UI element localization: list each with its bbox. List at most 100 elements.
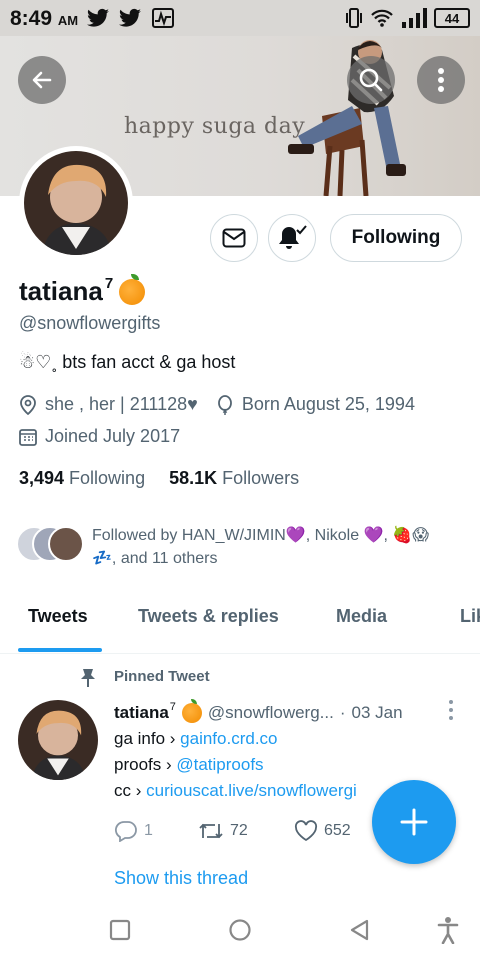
- balloon-icon: [217, 394, 232, 415]
- following-count: 3,494: [19, 468, 65, 488]
- tweet-author-superscript: 7: [169, 701, 176, 713]
- birthday-text: Born August 25, 1994: [241, 394, 415, 414]
- activity-icon: [152, 8, 174, 28]
- show-thread-link[interactable]: Show this thread: [114, 868, 248, 889]
- calendar-icon: [19, 428, 37, 446]
- following-label: Following: [69, 468, 146, 488]
- profile-handle: @snowflowergifts: [19, 313, 161, 333]
- triangle-back-icon: [350, 919, 369, 941]
- tweet-separator: ·: [339, 703, 346, 722]
- back-button[interactable]: [18, 56, 66, 104]
- banner-text: happy suga day: [124, 114, 306, 139]
- location-pin-icon: [20, 394, 36, 415]
- heart-icon: [294, 820, 318, 842]
- accessibility-icon: [437, 917, 459, 944]
- pinned-label: Pinned Tweet: [114, 668, 210, 685]
- tweet-actions: 1 72 652: [114, 820, 351, 842]
- tweet-text: cc ›: [114, 781, 147, 800]
- orange-emoji-icon: [119, 273, 146, 305]
- tab-likes[interactable]: Lik: [460, 606, 480, 627]
- followers-label: Followers: [222, 468, 300, 488]
- tab-tweets[interactable]: Tweets: [28, 606, 88, 627]
- display-name: tatiana 7: [19, 273, 146, 307]
- pin-icon: [81, 669, 95, 687]
- birthday-item: Born August 25, 1994: [216, 394, 415, 415]
- accessibility-button[interactable]: [430, 912, 466, 948]
- envelope-icon: [222, 228, 246, 248]
- message-button[interactable]: [210, 214, 258, 262]
- battery-indicator: 44: [434, 8, 470, 28]
- ampm-text: AM: [57, 13, 79, 28]
- tweet-author-handle: @snowflowerg...: [207, 703, 334, 722]
- back-nav-button[interactable]: [342, 912, 378, 948]
- retweet-icon: [199, 823, 223, 839]
- home-button[interactable]: [222, 912, 258, 948]
- recents-button[interactable]: [102, 912, 138, 948]
- orange-emoji-icon: [181, 699, 202, 723]
- vibrate-icon: [346, 8, 362, 28]
- location-text: she , her | 211128♥: [45, 394, 198, 414]
- profile-tabs: Tweets Tweets & replies Media Lik: [0, 596, 480, 654]
- reply-icon: [114, 821, 137, 842]
- reply-count: 1: [144, 822, 153, 839]
- tweet-more-button[interactable]: [448, 700, 454, 720]
- twitter-bird-icon: [119, 8, 141, 27]
- square-icon: [109, 919, 131, 941]
- profile-meta-row: she , her | 211128♥ Born August 25, 1994: [19, 394, 415, 415]
- like-action[interactable]: 652: [294, 820, 351, 842]
- arrow-left-icon: [32, 71, 52, 89]
- kebab-menu-icon: [438, 68, 444, 92]
- more-options-button[interactable]: [417, 56, 465, 104]
- profile-bio: ☃♡︎˳ bts fan acct & ga host: [19, 352, 236, 372]
- tweet-avatar[interactable]: [18, 700, 98, 780]
- tweet-link[interactable]: curiouscat.live/snowflowergi: [146, 781, 357, 800]
- followers-stat[interactable]: 58.1K Followers: [169, 468, 299, 489]
- tweet-line-3: cc › curiouscat.live/snowflowergi: [114, 781, 357, 801]
- plus-icon: [400, 808, 428, 836]
- status-right: 44: [345, 6, 470, 30]
- followed-by-line: 💤, and 11 others: [92, 550, 218, 567]
- following-stat[interactable]: 3,494 Following: [19, 468, 145, 489]
- tweet-author-name[interactable]: tatiana: [114, 703, 169, 723]
- tab-media[interactable]: Media: [336, 606, 387, 627]
- reply-action[interactable]: 1: [114, 820, 198, 842]
- retweet-action[interactable]: 72: [198, 820, 294, 842]
- tweet-date: 03 Jan: [351, 703, 403, 722]
- clock-text: 8:49: [10, 7, 53, 30]
- signal-icon: [402, 8, 427, 28]
- notifications-button[interactable]: [268, 214, 316, 262]
- followed-by-text[interactable]: Followed by HAN_W/JIMIN💜, Nikole 💜, 🍓😱 💤…: [92, 524, 462, 570]
- followers-count: 58.1K: [169, 468, 218, 488]
- followed-by-line: Followed by HAN_W/JIMIN💜, Nikole 💜, 🍓😱: [92, 527, 429, 544]
- avatar-image: [24, 151, 128, 255]
- status-bar: 8:49 AM 44: [0, 0, 480, 36]
- tweet-header: tatiana 7 @snowflowerg... · 03 Jan: [114, 699, 403, 723]
- android-nav-bar: [0, 900, 480, 960]
- circle-icon: [229, 919, 251, 941]
- tab-tweets-replies[interactable]: Tweets & replies: [138, 606, 279, 627]
- like-count: 652: [324, 822, 351, 839]
- followed-by-avatars: [16, 526, 86, 566]
- search-icon: [359, 68, 383, 92]
- follow-stats: 3,494 Following 58.1K Followers: [19, 468, 299, 489]
- retweet-count: 72: [230, 822, 248, 839]
- wifi-icon: [371, 9, 393, 27]
- follower-avatar: [48, 526, 84, 562]
- profile-avatar[interactable]: [19, 146, 133, 260]
- tweet-mention[interactable]: @tatiproofs: [176, 755, 263, 774]
- search-button[interactable]: [347, 56, 395, 104]
- location-item: she , her | 211128♥: [19, 394, 198, 415]
- status-time: 8:49 AM: [10, 7, 78, 31]
- twitter-bird-icon: [87, 8, 109, 27]
- compose-tweet-button[interactable]: [372, 780, 456, 864]
- name-text: tatiana: [19, 276, 103, 306]
- tweet-text: proofs ›: [114, 755, 177, 774]
- joined-row: Joined July 2017: [19, 426, 180, 447]
- name-superscript: 7: [104, 275, 114, 292]
- bell-check-icon: [279, 225, 307, 249]
- active-tab-indicator: [18, 648, 102, 652]
- battery-level: 44: [444, 10, 460, 26]
- following-button[interactable]: Following: [330, 214, 462, 262]
- tweet-link[interactable]: gainfo.crd.co: [180, 729, 277, 748]
- tweet-line-2: proofs › @tatiproofs: [114, 755, 264, 775]
